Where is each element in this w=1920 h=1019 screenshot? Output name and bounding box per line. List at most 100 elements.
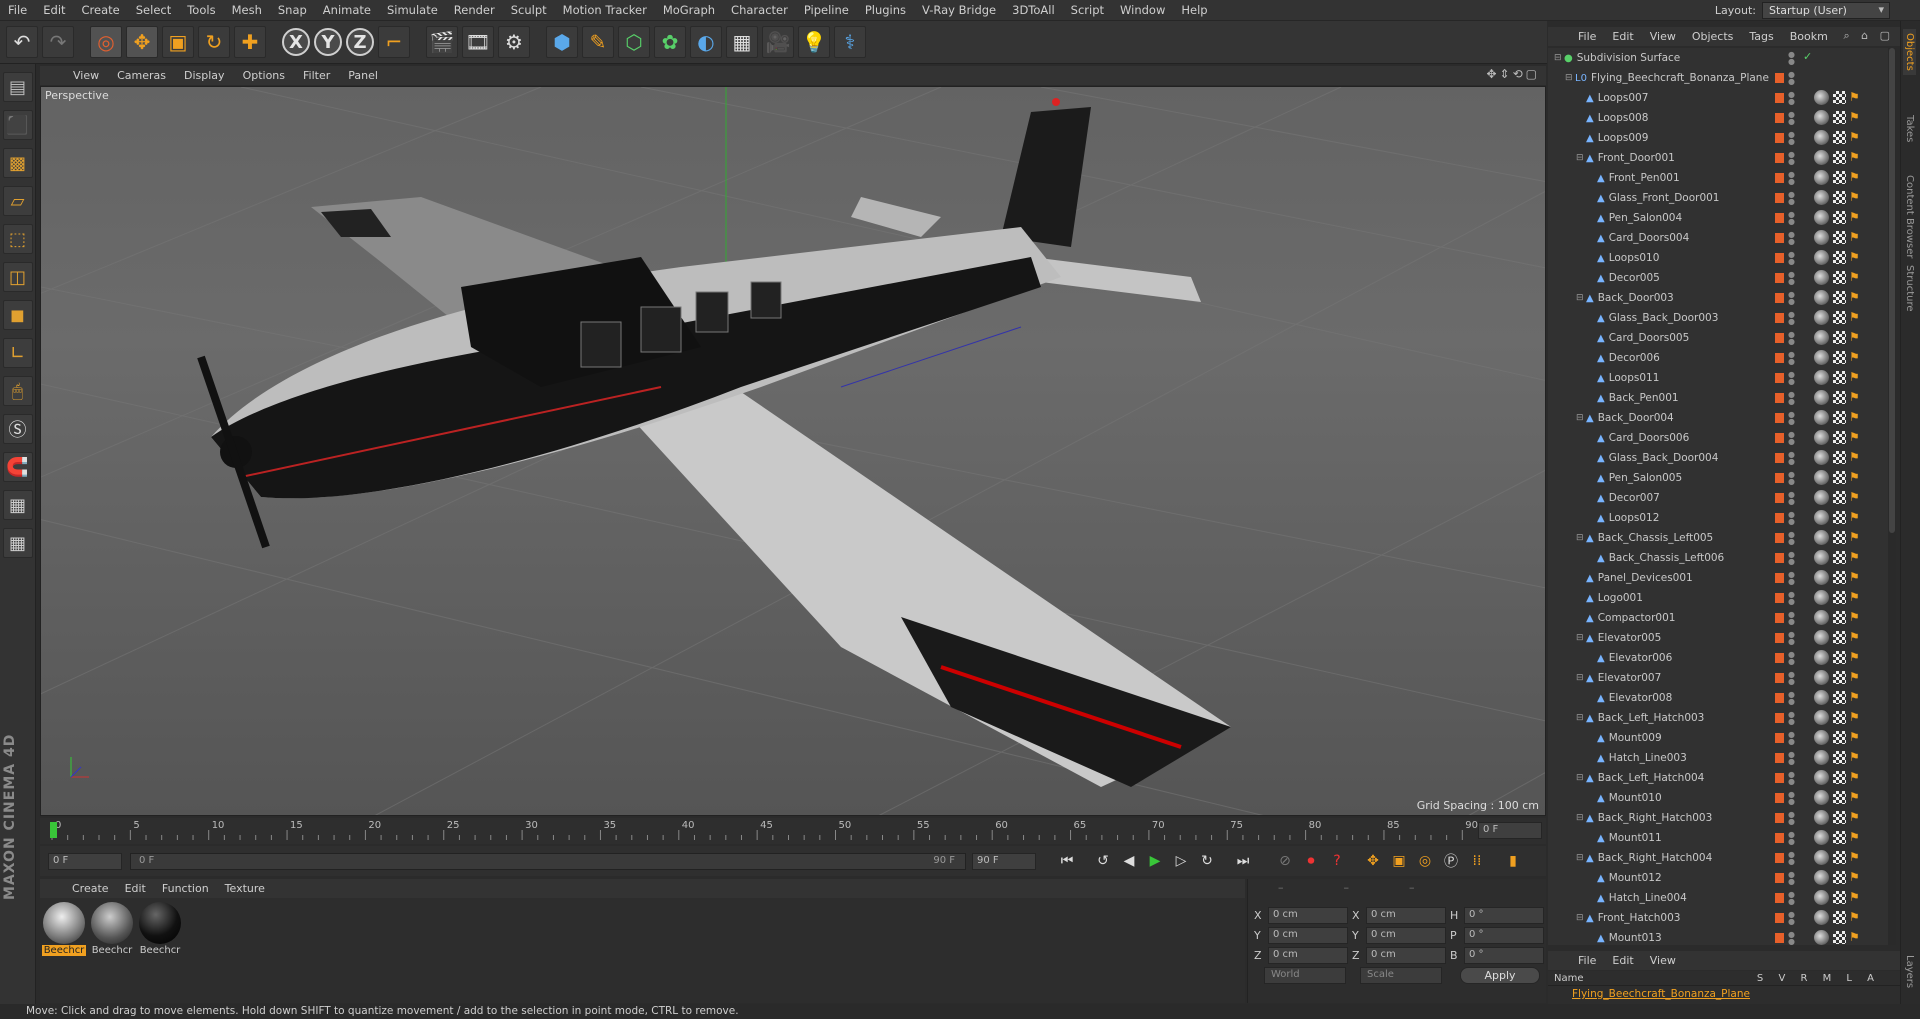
object-row[interactable]: ▲ Decor007 ● ● ⚑ <box>1548 488 1888 508</box>
uvw-tag-icon[interactable] <box>1833 671 1846 684</box>
layer-color-swatch[interactable] <box>1775 93 1784 103</box>
go-to-end-icon[interactable]: ⏭ <box>1232 850 1254 872</box>
expand-toggle-icon[interactable]: ⊟ <box>1576 153 1586 163</box>
selection-tag-icon[interactable]: ⚑ <box>1849 930 1860 944</box>
play-icon[interactable]: ▶ <box>1144 850 1166 872</box>
material-tag-icon[interactable] <box>1814 510 1829 525</box>
y-axis-lock-button[interactable]: Y <box>314 28 342 56</box>
expand-toggle-icon[interactable]: ⊟ <box>1576 293 1586 303</box>
layer-color-swatch[interactable] <box>1775 693 1784 703</box>
selection-tag-icon[interactable]: ⚑ <box>1849 630 1860 644</box>
uvw-tag-icon[interactable] <box>1833 891 1846 904</box>
material-tag-icon[interactable] <box>1814 210 1829 225</box>
material-tag-icon[interactable] <box>1814 830 1829 845</box>
menu-plugins[interactable]: Plugins <box>857 3 914 17</box>
material-tag-icon[interactable] <box>1814 790 1829 805</box>
side-tab-takes[interactable]: Takes <box>1903 111 1916 146</box>
menu-select[interactable]: Select <box>128 3 179 17</box>
material-tag-icon[interactable] <box>1814 110 1829 125</box>
floor-icon[interactable]: ▦ <box>726 26 758 58</box>
object-row[interactable]: ▲ Back_Pen001 ● ● ⚑ <box>1548 388 1888 408</box>
selection-tag-icon[interactable]: ⚑ <box>1849 850 1860 864</box>
next-key-icon[interactable]: ↻ <box>1196 850 1218 872</box>
frame-range-slider[interactable]: 0 F 90 F <box>130 852 966 870</box>
visibility-toggle-icon[interactable]: ● ● <box>1788 471 1795 486</box>
uvw-tag-icon[interactable] <box>1833 391 1846 404</box>
material-tag-icon[interactable] <box>1814 730 1829 745</box>
material-tag-icon[interactable] <box>1814 870 1829 885</box>
menu-create[interactable]: Create <box>74 3 128 17</box>
uvw-tag-icon[interactable] <box>1833 691 1846 704</box>
visibility-toggle-icon[interactable]: ● ● <box>1788 791 1795 806</box>
menu-character[interactable]: Character <box>723 3 796 17</box>
redo-icon[interactable]: ↷ <box>42 26 74 58</box>
menu-motion-tracker[interactable]: Motion Tracker <box>555 3 655 17</box>
viewport-menu-cameras[interactable]: Cameras <box>108 69 175 82</box>
selection-tag-icon[interactable]: ⚑ <box>1849 210 1860 224</box>
object-row[interactable]: ▲ Decor005 ● ● ⚑ <box>1548 268 1888 288</box>
uvw-tag-icon[interactable] <box>1833 251 1846 264</box>
object-row[interactable]: ▲ Pen_Salon004 ● ● ⚑ <box>1548 208 1888 228</box>
expand-toggle-icon[interactable]: ⊟ <box>1576 413 1586 423</box>
uvw-tag-icon[interactable] <box>1833 311 1846 324</box>
visibility-toggle-icon[interactable]: ● ● <box>1788 211 1795 226</box>
selection-tag-icon[interactable]: ⚑ <box>1849 450 1860 464</box>
polygons-mode-icon[interactable]: ◼ <box>2 300 33 330</box>
material-tag-icon[interactable] <box>1814 810 1829 825</box>
visibility-toggle-icon[interactable]: ● ● <box>1788 711 1795 726</box>
object-row[interactable]: ▲ Elevator006 ● ● ⚑ <box>1548 648 1888 668</box>
visibility-toggle-icon[interactable]: ● ● <box>1788 751 1795 766</box>
visibility-toggle-icon[interactable]: ● ● <box>1788 611 1795 626</box>
visibility-toggle-icon[interactable]: ● ● <box>1788 931 1795 946</box>
menu-v-ray-bridge[interactable]: V-Ray Bridge <box>914 3 1004 17</box>
uvw-tag-icon[interactable] <box>1833 811 1846 824</box>
layer-color-swatch[interactable] <box>1775 573 1784 583</box>
visibility-toggle-icon[interactable]: ● ● <box>1788 311 1795 326</box>
selection-tag-icon[interactable]: ⚑ <box>1849 550 1860 564</box>
material-tag-icon[interactable] <box>1814 330 1829 345</box>
enabled-check-icon[interactable]: ✓ <box>1803 50 1812 63</box>
uvw-tag-icon[interactable] <box>1833 711 1846 724</box>
object-row[interactable]: ▲ Mount009 ● ● ⚑ <box>1548 728 1888 748</box>
selection-tag-icon[interactable]: ⚑ <box>1849 110 1860 124</box>
visibility-toggle-icon[interactable]: ● ● <box>1788 631 1795 646</box>
layer-color-swatch[interactable] <box>1775 653 1784 663</box>
viewport-menu-view[interactable]: View <box>64 69 108 82</box>
object-row[interactable]: ▲ Mount010 ● ● ⚑ <box>1548 788 1888 808</box>
selection-tag-icon[interactable]: ⚑ <box>1849 350 1860 364</box>
layer-color-swatch[interactable] <box>1775 453 1784 463</box>
object-row[interactable]: ▲ Compactor001 ● ● ⚑ <box>1548 608 1888 628</box>
viewport-menu-filter[interactable]: Filter <box>294 69 339 82</box>
object-row[interactable]: ⊟ ▲ Back_Right_Hatch003 ● ● ⚑ <box>1548 808 1888 828</box>
keyframe-selection-icon[interactable]: ? <box>1326 850 1348 872</box>
layer-color-swatch[interactable] <box>1775 753 1784 763</box>
layer-color-swatch[interactable] <box>1775 213 1784 223</box>
key-position-icon[interactable]: ✥ <box>1362 850 1384 872</box>
visibility-toggle-icon[interactable]: ● ● <box>1788 171 1795 186</box>
object-row[interactable]: ▲ Loops011 ● ● ⚑ <box>1548 368 1888 388</box>
object-row[interactable]: ▲ Hatch_Line003 ● ● ⚑ <box>1548 748 1888 768</box>
layer-color-swatch[interactable] <box>1775 773 1784 783</box>
object-row[interactable]: ⊟ ▲ Back_Chassis_Left005 ● ● ⚑ <box>1548 528 1888 548</box>
object-menu-tags[interactable]: Tags <box>1741 30 1781 43</box>
end-frame-field[interactable]: 90 F <box>972 852 1036 870</box>
visibility-toggle-icon[interactable]: ● ● <box>1788 911 1795 926</box>
cube-primitive-icon[interactable]: ⬢ <box>546 26 578 58</box>
layer-menu-edit[interactable]: Edit <box>1604 954 1641 967</box>
layer-color-swatch[interactable] <box>1775 353 1784 363</box>
material-tag-icon[interactable] <box>1814 610 1829 625</box>
size-y-field[interactable]: 0 cm <box>1366 927 1446 944</box>
selection-tag-icon[interactable]: ⚑ <box>1849 510 1860 524</box>
object-row[interactable]: ⊟ ▲ Back_Left_Hatch003 ● ● ⚑ <box>1548 708 1888 728</box>
selection-tag-icon[interactable]: ⚑ <box>1849 170 1860 184</box>
object-row[interactable]: ▲ Loops010 ● ● ⚑ <box>1548 248 1888 268</box>
selection-tag-icon[interactable]: ⚑ <box>1849 290 1860 304</box>
layer-color-swatch[interactable] <box>1775 313 1784 323</box>
visibility-toggle-icon[interactable]: ● ● <box>1788 871 1795 886</box>
visibility-toggle-icon[interactable]: ● ● <box>1788 371 1795 386</box>
material-tag-icon[interactable] <box>1814 150 1829 165</box>
material-menu-texture[interactable]: Texture <box>217 882 273 895</box>
uvw-tag-icon[interactable] <box>1833 131 1846 144</box>
position-z-field[interactable]: 0 cm <box>1268 947 1348 964</box>
uvw-tag-icon[interactable] <box>1833 531 1846 544</box>
